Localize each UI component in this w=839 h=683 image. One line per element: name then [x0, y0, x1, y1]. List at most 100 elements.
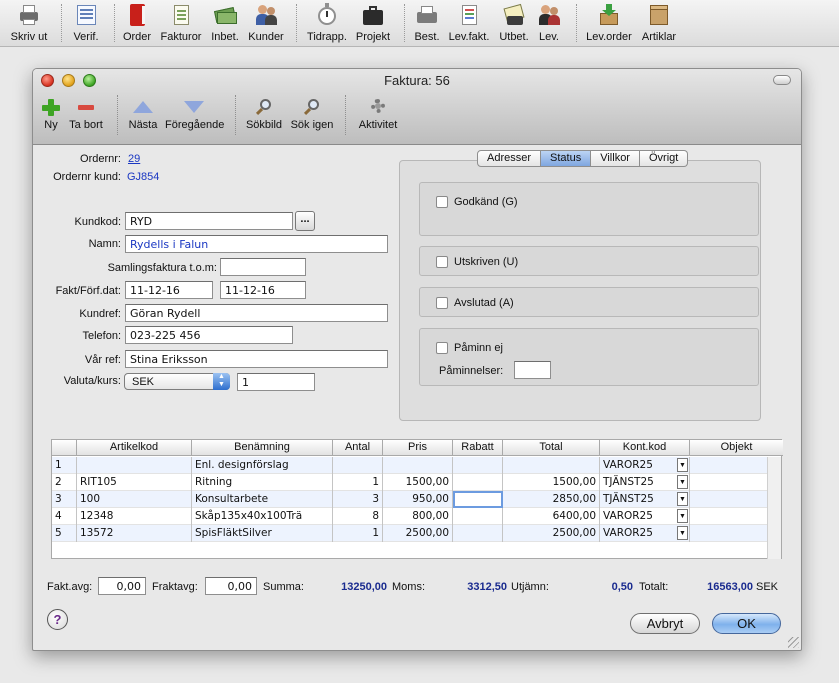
avslutad-checkbox[interactable] [436, 297, 448, 309]
kundref-field[interactable]: Göran Rydell [125, 304, 388, 322]
cell-rabatt[interactable] [453, 474, 503, 491]
fraktavg-field[interactable]: 0,00 [205, 577, 257, 595]
cell-benamning[interactable]: Ritning [192, 474, 333, 491]
cell-rabatt[interactable] [453, 457, 503, 474]
table-row[interactable]: 2 RIT105 Ritning 1 1500,00 1500,00 TJÄNST25 ▼ [52, 474, 769, 491]
cell-total[interactable]: 6400,00 [503, 508, 600, 525]
paminn-ej-checkbox[interactable] [436, 342, 448, 354]
col-header-antal[interactable]: Antal [333, 440, 383, 456]
tab-ovrigt[interactable]: Övrigt [639, 150, 689, 167]
delete-button[interactable]: Ta bort [67, 98, 105, 131]
cell-pris[interactable]: 1500,00 [383, 474, 453, 491]
table-row[interactable]: 5 13572 SpisFläktSilver 1 2500,00 2500,00 VARO… [52, 525, 769, 542]
cell-objekt[interactable] [690, 457, 769, 474]
cell-benamning[interactable]: SpisFläktSilver [192, 525, 333, 542]
cell-rabatt[interactable] [453, 525, 503, 542]
col-header-benamning[interactable]: Benämning [192, 440, 333, 456]
cell-benamning[interactable]: Skåp135x40x100Trä [192, 508, 333, 525]
cell-total[interactable]: 2850,00 [503, 491, 600, 508]
cell-total[interactable]: 1500,00 [503, 474, 600, 491]
table-row[interactable]: 3 100 Konsultarbete 3 950,00 2850,00 TJÄNST25 ▼ [52, 491, 769, 508]
cell-objekt[interactable] [690, 491, 769, 508]
godkand-checkbox[interactable] [436, 196, 448, 208]
fakt-date-field[interactable]: 11-12-16 [125, 281, 213, 299]
invoices-button[interactable]: Fakturor [158, 3, 204, 45]
cell-total[interactable] [503, 457, 600, 474]
kundkod-lookup-button[interactable]: ... [295, 211, 315, 231]
activity-button[interactable]: Aktivitet [355, 98, 401, 131]
telefon-field[interactable]: 023-225 456 [125, 326, 293, 344]
cell-benamning[interactable]: Enl. designförslag [192, 457, 333, 474]
forf-date-field[interactable]: 11-12-16 [220, 281, 306, 299]
articles-button[interactable]: Artiklar [638, 3, 680, 45]
var-ref-field[interactable]: Stina Eriksson [125, 350, 388, 368]
cell-artikelkod[interactable]: 12348 [77, 508, 192, 525]
cell-artikelkod[interactable]: 100 [77, 491, 192, 508]
cell-nr[interactable]: 4 [52, 508, 77, 525]
cell-pris[interactable]: 800,00 [383, 508, 453, 525]
resize-grip[interactable] [788, 637, 799, 648]
samlingsfaktura-field[interactable] [220, 258, 306, 276]
cell-nr[interactable]: 2 [52, 474, 77, 491]
cell-artikelkod[interactable]: 13572 [77, 525, 192, 542]
table-row[interactable]: 1 Enl. designförslag VAROR25 ▼ [52, 457, 769, 474]
verification-button[interactable]: Verif. [68, 3, 104, 45]
cell-objekt[interactable] [690, 508, 769, 525]
print-button[interactable]: Skriv ut [6, 3, 52, 45]
tab-villkor[interactable]: Villkor [591, 150, 640, 167]
utskriven-checkbox[interactable] [436, 256, 448, 268]
col-header-artikelkod[interactable]: Artikelkod [77, 440, 192, 456]
search-again-button[interactable]: Sök igen [289, 98, 335, 131]
search-button[interactable]: Sökbild [245, 98, 283, 131]
kurs-field[interactable]: 1 [237, 373, 315, 391]
payments-out-button[interactable]: Utbet. [497, 3, 531, 45]
new-button[interactable]: Ny [39, 98, 63, 131]
cell-antal[interactable]: 3 [333, 491, 383, 508]
cell-benamning[interactable]: Konsultarbete [192, 491, 333, 508]
col-header-rabatt[interactable]: Rabatt [453, 440, 503, 456]
paminnelser-field[interactable] [514, 361, 551, 379]
cell-pris[interactable]: 950,00 [383, 491, 453, 508]
supplier-order-button[interactable]: Lev.order [584, 3, 634, 45]
cell-artikelkod[interactable]: RIT105 [77, 474, 192, 491]
ordernr-link[interactable]: 29 [128, 153, 140, 165]
chevron-down-icon[interactable]: ▼ [677, 458, 688, 472]
tab-adresser[interactable]: Adresser [477, 150, 542, 167]
customers-button[interactable]: Kunder [246, 3, 286, 45]
project-button[interactable]: Projekt [354, 3, 392, 45]
ok-button[interactable]: OK [712, 613, 781, 634]
toolbar-toggle-button[interactable] [773, 75, 791, 85]
cell-objekt[interactable] [690, 474, 769, 491]
namn-field[interactable]: Rydells i Falun [125, 235, 388, 253]
avbryt-button[interactable]: Avbryt [630, 613, 700, 634]
supplier-invoices-button[interactable]: Lev.fakt. [446, 3, 492, 45]
cell-nr[interactable]: 5 [52, 525, 77, 542]
cell-antal[interactable]: 8 [333, 508, 383, 525]
fakt-avg-field[interactable]: 0,00 [98, 577, 146, 595]
previous-button[interactable]: Föregående [165, 98, 224, 131]
next-button[interactable]: Nästa [127, 98, 159, 131]
cell-artikelkod[interactable] [77, 457, 192, 474]
cell-antal[interactable]: 1 [333, 525, 383, 542]
col-header-kontkod[interactable]: Kont.kod [600, 440, 690, 456]
order-button[interactable]: Order [121, 3, 153, 45]
chevron-down-icon[interactable]: ▼ [677, 526, 688, 540]
cell-antal[interactable]: 1 [333, 474, 383, 491]
cell-total[interactable]: 2500,00 [503, 525, 600, 542]
kundkod-field[interactable]: RYD [125, 212, 293, 230]
tab-status[interactable]: Status [541, 150, 592, 167]
payments-in-button[interactable]: Inbet. [208, 3, 242, 45]
col-header-total[interactable]: Total [503, 440, 600, 456]
cell-antal[interactable] [333, 457, 383, 474]
cell-pris[interactable] [383, 457, 453, 474]
cell-pris[interactable]: 2500,00 [383, 525, 453, 542]
time-report-button[interactable]: Tidrapp. [305, 3, 349, 45]
table-row[interactable]: 4 12348 Skåp135x40x100Trä 8 800,00 6400,00 VAR… [52, 508, 769, 525]
suppliers-button[interactable]: Lev. [536, 3, 562, 45]
order-supplier-button[interactable]: Best. [412, 3, 442, 45]
cell-objekt[interactable] [690, 525, 769, 542]
col-header-nr[interactable] [52, 440, 77, 456]
table-scrollbar[interactable] [767, 457, 781, 559]
cell-rabatt-active-editor[interactable] [453, 491, 503, 508]
col-header-pris[interactable]: Pris [383, 440, 453, 456]
